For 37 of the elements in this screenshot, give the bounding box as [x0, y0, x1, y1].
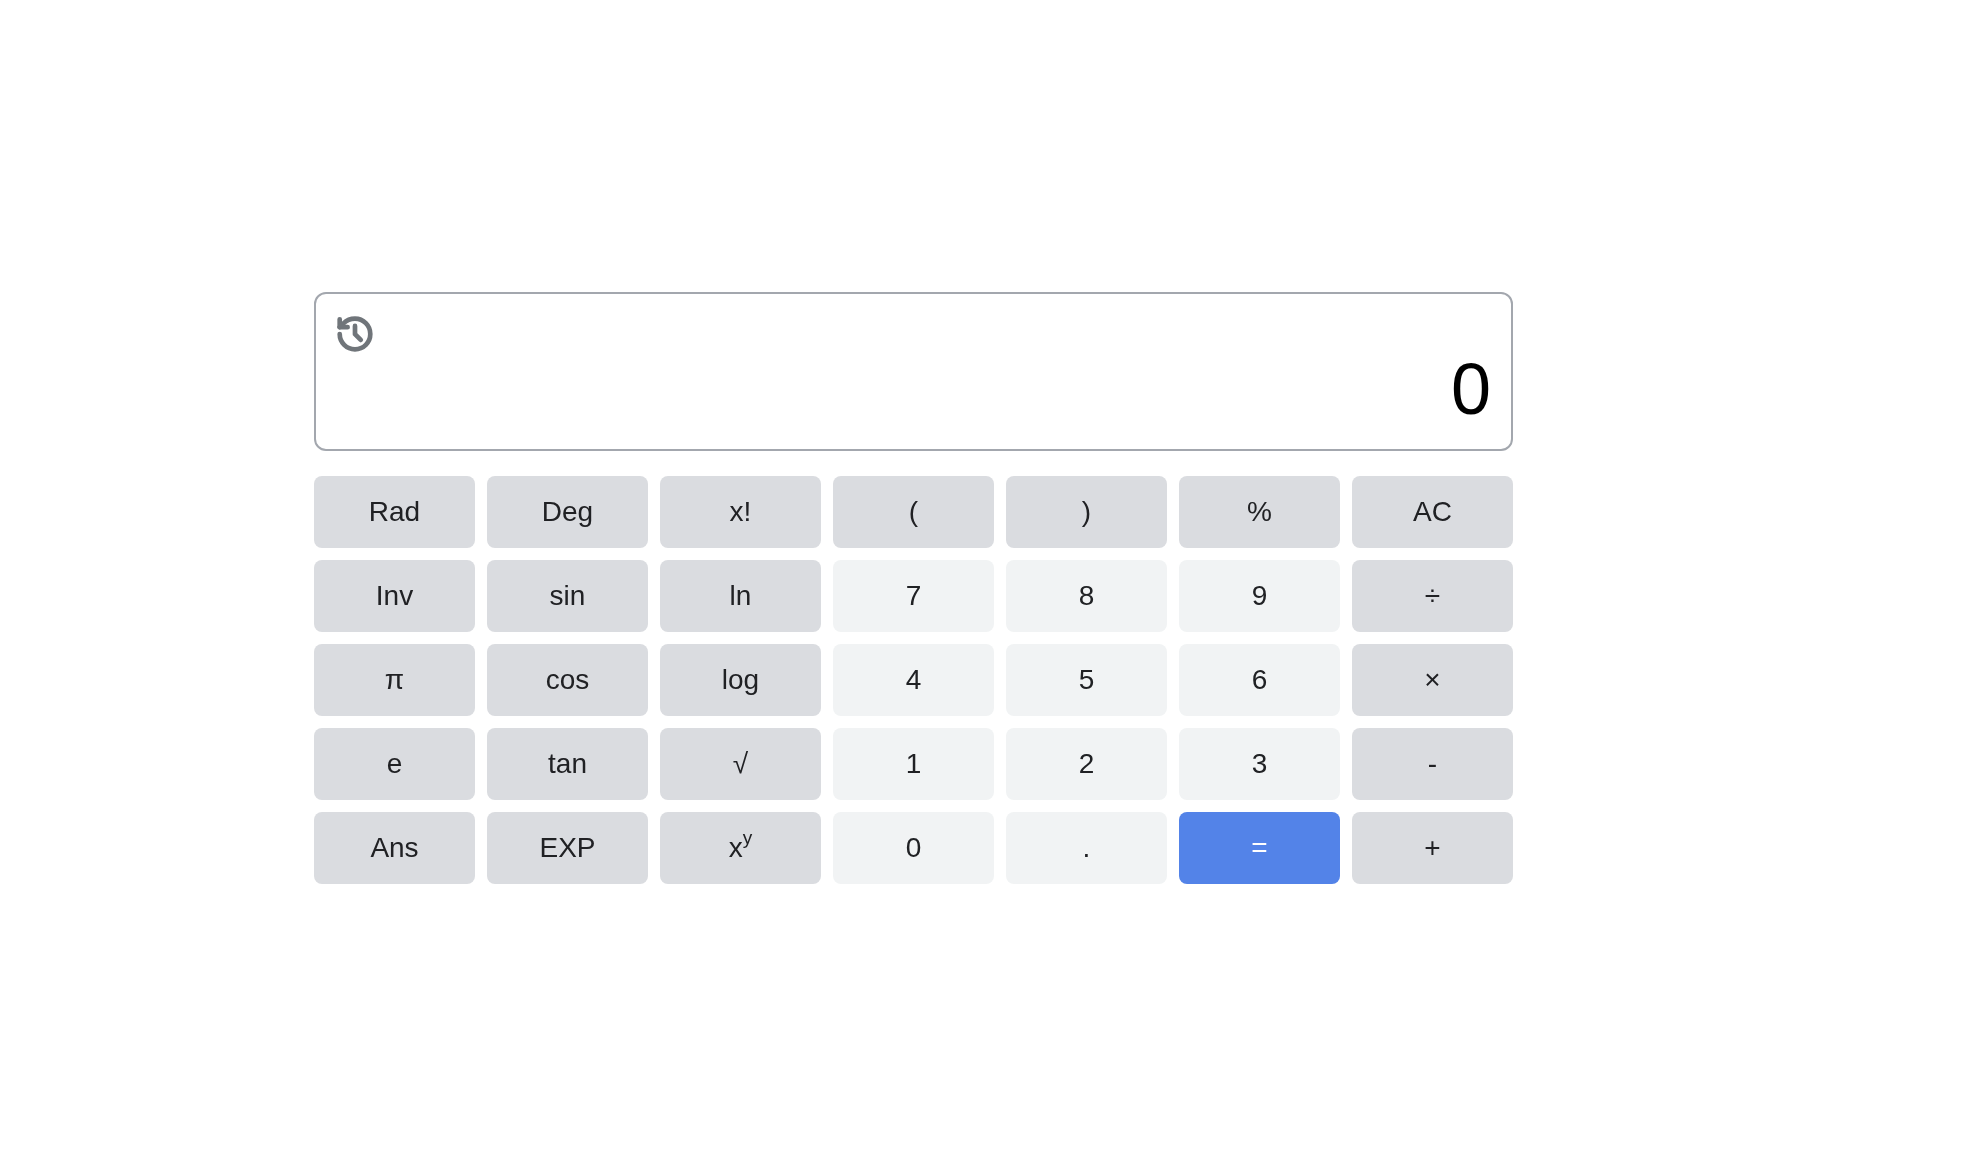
- digit-key[interactable]: .: [1006, 812, 1167, 884]
- function-key[interactable]: cos: [487, 644, 648, 716]
- function-key[interactable]: √: [660, 728, 821, 800]
- function-key[interactable]: ln: [660, 560, 821, 632]
- function-key[interactable]: AC: [1352, 476, 1513, 548]
- digit-key[interactable]: 2: [1006, 728, 1167, 800]
- function-key[interactable]: e: [314, 728, 475, 800]
- equals-key[interactable]: =: [1179, 812, 1340, 884]
- function-key[interactable]: Rad: [314, 476, 475, 548]
- function-key[interactable]: x$^{y}$: [660, 812, 821, 884]
- function-key[interactable]: Ans: [314, 812, 475, 884]
- digit-key[interactable]: 4: [833, 644, 994, 716]
- digit-key[interactable]: 6: [1179, 644, 1340, 716]
- digit-key[interactable]: 7: [833, 560, 994, 632]
- digit-key[interactable]: 8: [1006, 560, 1167, 632]
- function-key[interactable]: log: [660, 644, 821, 716]
- function-key[interactable]: tan: [487, 728, 648, 800]
- operator-key[interactable]: -: [1352, 728, 1513, 800]
- function-key[interactable]: ): [1006, 476, 1167, 548]
- operator-key[interactable]: +: [1352, 812, 1513, 884]
- display-value: 0: [1450, 353, 1491, 425]
- function-key[interactable]: Deg: [487, 476, 648, 548]
- history-icon[interactable]: [337, 316, 373, 352]
- digit-key[interactable]: 5: [1006, 644, 1167, 716]
- digit-key[interactable]: 9: [1179, 560, 1340, 632]
- function-key[interactable]: π: [314, 644, 475, 716]
- digit-key[interactable]: 3: [1179, 728, 1340, 800]
- function-key[interactable]: sin: [487, 560, 648, 632]
- digit-key[interactable]: 1: [833, 728, 994, 800]
- function-key[interactable]: Inv: [314, 560, 475, 632]
- function-key[interactable]: (: [833, 476, 994, 548]
- operator-key[interactable]: ×: [1352, 644, 1513, 716]
- function-key[interactable]: x!: [660, 476, 821, 548]
- function-key[interactable]: %: [1179, 476, 1340, 548]
- function-key[interactable]: EXP: [487, 812, 648, 884]
- operator-key[interactable]: ÷: [1352, 560, 1513, 632]
- digit-key[interactable]: 0: [833, 812, 994, 884]
